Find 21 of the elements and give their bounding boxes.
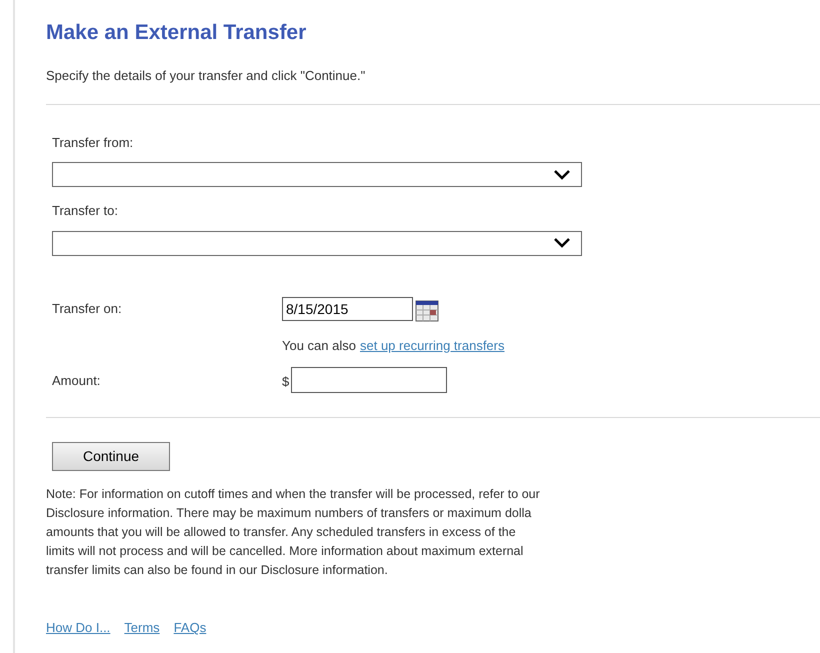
field-label: Transfer from: — [52, 134, 134, 152]
dropdown-select[interactable] — [52, 162, 582, 188]
currency-symbol: $ — [282, 373, 290, 391]
recurring-text: You can also — [282, 336, 356, 355]
calendar-icon[interactable] — [415, 300, 439, 322]
field-label: Transfer to: — [52, 202, 118, 220]
field-label: Amount: — [52, 372, 102, 390]
intro-text: Specify the details of your transfer and click "Continue." — [46, 67, 366, 86]
continue-button[interactable]: Continue — [52, 442, 170, 472]
note-text: Note: For information on cutoff times and when the transfer will be processed, refer to our Disclosure information. There may be maximum numbers of transfers or maximum dolla amounts that you will be allowed to transfer. Any scheduled transfers in excess of the limits will not process and will be cancelled. More information about maximum external transfer limits can also be found in our Disclosure information. — [46, 486, 540, 580]
date-field[interactable]: 8/15/2015 — [282, 296, 413, 321]
field-label: Transfer on: — [52, 300, 123, 318]
chevron-down-icon — [553, 168, 571, 181]
amount-field[interactable] — [291, 367, 448, 394]
dropdown-select[interactable] — [52, 230, 582, 256]
recurring-transfers-link[interactable]: set up recurring transfers — [360, 336, 504, 356]
footer-link[interactable]: FAQs — [174, 618, 206, 638]
footer-link[interactable]: Terms — [124, 618, 160, 638]
chevron-down-icon — [553, 237, 571, 250]
footer-link[interactable]: How Do I... — [46, 618, 110, 638]
page-title: Make an External Transfer — [46, 20, 306, 46]
